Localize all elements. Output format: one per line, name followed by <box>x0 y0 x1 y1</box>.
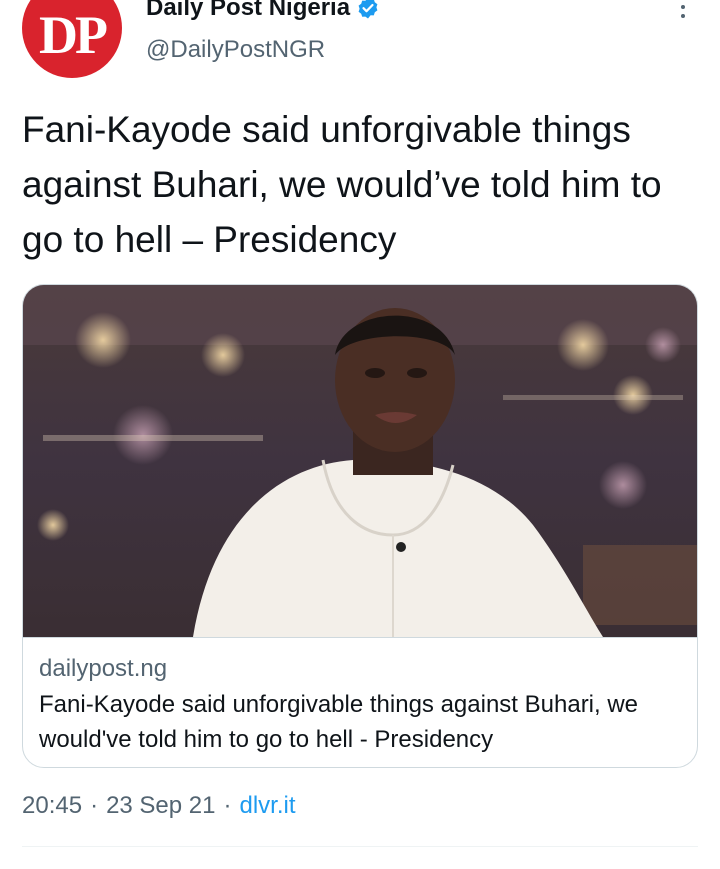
photo-of-man-speaking-icon <box>23 285 697 637</box>
user-handle[interactable]: @DailyPostNGR <box>146 36 325 64</box>
card-domain: dailypost.ng <box>39 655 168 682</box>
verified-badge-icon <box>356 0 380 20</box>
card-title: Fani-Kayode said unforgivable things aga… <box>39 691 639 753</box>
tweet-date[interactable]: 23 Sep 21 <box>106 792 215 820</box>
meta-separator: · <box>223 792 232 819</box>
tweet-time[interactable]: 20:45 <box>22 792 82 820</box>
tweet-meta: 20:45 · 23 Sep 21 · dlvr.it <box>22 792 296 820</box>
display-name[interactable]: Daily Post Nigeria <box>146 0 350 22</box>
display-name-row[interactable]: Daily Post Nigeria <box>146 0 380 22</box>
more-options-icon[interactable] <box>676 0 690 22</box>
avatar-logo-text: DP <box>39 5 108 65</box>
tweet-source-link[interactable]: dlvr.it <box>240 792 296 820</box>
tweet-text: Fani-Kayode said unforgivable things aga… <box>22 109 662 260</box>
link-card[interactable]: dailypost.ng Fani-Kayode said unforgivab… <box>22 284 698 768</box>
avatar[interactable]: DP <box>22 0 122 78</box>
card-image[interactable] <box>23 285 697 638</box>
divider <box>22 846 698 847</box>
meta-separator: · <box>90 792 99 819</box>
